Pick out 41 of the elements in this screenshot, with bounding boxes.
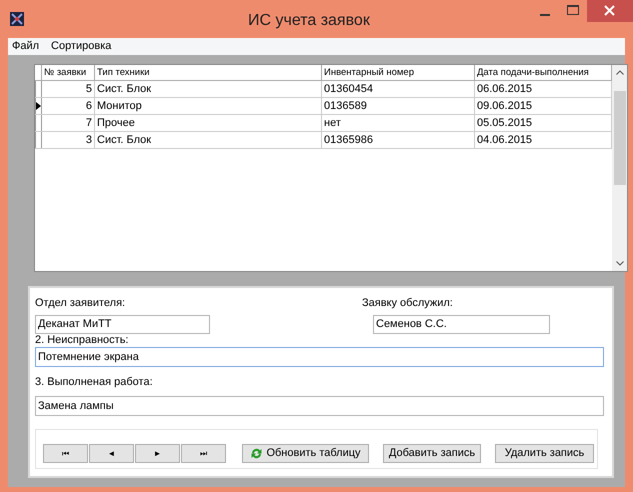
scroll-up-icon[interactable]	[616, 70, 624, 75]
column-header[interactable]: Инвентарный номер	[322, 65, 475, 80]
input-field[interactable]: Потемнение экрана	[35, 347, 604, 367]
table-cell: Сист. Блок	[95, 81, 322, 97]
window-title: ИС учета заявок	[248, 11, 370, 31]
nav-button[interactable]: ◄	[89, 444, 134, 463]
scroll-down-icon[interactable]	[616, 261, 624, 266]
table-cell: 01365986	[322, 132, 475, 148]
field-label: Отдел заявителя:	[35, 296, 126, 310]
row-indicator[interactable]	[35, 98, 42, 114]
scrollbar[interactable]	[612, 65, 627, 271]
table-cell: 7	[42, 115, 95, 131]
input-field[interactable]: Деканат МиТТ	[35, 315, 210, 334]
table-cell: 6	[42, 98, 95, 114]
table-cell: 01360454	[322, 81, 475, 97]
field-label: Заявку обслужил:	[362, 296, 454, 310]
table-cell: 5	[42, 81, 95, 97]
menu-item[interactable]: Сортировка	[51, 38, 112, 55]
action-button[interactable]: Обновить таблицу	[242, 444, 369, 463]
input-field[interactable]: Семенов С.С.	[373, 315, 550, 334]
table-cell: Сист. Блок	[95, 132, 322, 148]
table-cell: нет	[322, 115, 475, 131]
action-button[interactable]: Добавить запись	[383, 444, 481, 463]
table-cell: Монитор	[95, 98, 322, 114]
nav-button[interactable]: ⏭	[181, 444, 226, 463]
nav-button[interactable]: ►	[135, 444, 180, 463]
table-cell: Прочее	[95, 115, 322, 131]
field-label: 3. Выполненая работа:	[35, 376, 154, 389]
field-label: 2. Неисправность:	[35, 334, 130, 347]
menu-item[interactable]: Файл	[12, 38, 40, 55]
scroll-thumb[interactable]	[614, 91, 626, 185]
nav-button[interactable]: ⏮	[43, 444, 88, 463]
table-cell: 3	[42, 132, 95, 148]
table-cell: 0136589	[322, 98, 475, 114]
input-field[interactable]: Замена лампы	[35, 396, 604, 416]
action-button[interactable]: Удалить запись	[495, 444, 594, 463]
column-header[interactable]: Тип техники	[95, 65, 322, 80]
close-button[interactable]	[587, 0, 633, 22]
app-icon	[10, 12, 24, 26]
refresh-icon	[250, 447, 264, 460]
column-header[interactable]: № заявки	[42, 65, 95, 80]
